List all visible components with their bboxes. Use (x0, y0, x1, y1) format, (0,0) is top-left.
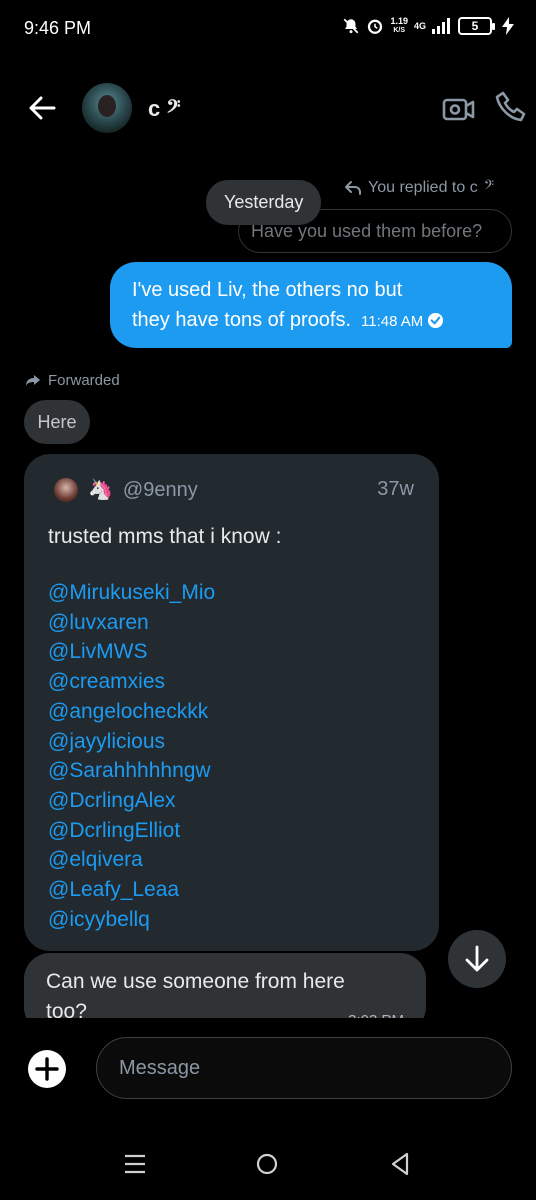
forwarded-text: Forwarded (48, 372, 120, 389)
incoming-line-1: Can we use someone from here (46, 970, 345, 993)
post-author-handle: @9enny (122, 478, 198, 501)
chat-header: c 𝄢 (0, 70, 536, 146)
post-age: 37w (377, 478, 414, 500)
outgoing-message[interactable]: I've used Liv, the others no but they ha… (110, 262, 512, 348)
mention-link[interactable]: @jayylicious (48, 727, 215, 757)
mention-link[interactable]: @Mirukuseki_Mio (48, 578, 215, 608)
voice-call-button[interactable] (494, 90, 528, 124)
status-time: 9:46 PM (24, 18, 92, 38)
charging-icon (502, 17, 514, 35)
mention-link[interactable]: @Leafy_Leaa (48, 875, 215, 905)
mention-link[interactable]: @Sarahhhhhngw (48, 756, 215, 786)
nav-back-icon[interactable] (390, 1152, 410, 1176)
contact-name[interactable]: c 𝄢 (148, 96, 181, 122)
post-text: trusted mms that i know : (48, 525, 282, 548)
alarm-icon (368, 19, 383, 34)
mention-link[interactable]: @LivMWS (48, 637, 215, 667)
message-time: 11:48 AM (361, 313, 424, 330)
outgoing-line-2: they have tons of proofs. (132, 309, 352, 331)
reply-note-text: You replied to c (368, 179, 478, 196)
scroll-to-bottom-button[interactable] (448, 930, 506, 988)
contact-avatar[interactable] (82, 83, 132, 133)
mention-link[interactable]: @elqivera (48, 845, 215, 875)
status-icons: 1.19 K/S 4G 5 (342, 17, 514, 35)
shared-post-card[interactable]: 🦄 @9enny 37w trusted mms that i know : @… (24, 454, 439, 951)
mention-link[interactable]: @DcrlingElliot (48, 816, 215, 846)
back-button[interactable] (24, 90, 60, 126)
home-icon[interactable] (256, 1153, 278, 1175)
outgoing-line-1: I've used Liv, the others no but (132, 279, 403, 301)
message-input[interactable] (96, 1037, 512, 1099)
signal-icon (432, 18, 450, 34)
reply-icon (345, 181, 361, 195)
unicorn-emoji: 🦄 (88, 479, 113, 501)
video-call-button[interactable] (442, 92, 476, 126)
forwarded-label: Forwarded (26, 372, 120, 389)
seen-check-icon (428, 312, 444, 329)
plus-circle-icon (28, 1050, 66, 1088)
incoming-message-here[interactable]: Here (24, 400, 90, 444)
add-attachment-button[interactable] (26, 1048, 68, 1090)
network-type: 4G (413, 20, 426, 31)
message-composer (0, 1018, 536, 1128)
reply-note-glyph: 𝄢 (483, 179, 495, 196)
mention-link[interactable]: @angelocheckkk (48, 697, 215, 727)
date-separator: Yesterday (206, 180, 322, 225)
arrow-down-icon (465, 945, 489, 972)
reply-context: You replied to c 𝄢 (344, 179, 494, 197)
mention-link[interactable]: @luvxaren (48, 608, 215, 638)
video-call-icon (442, 98, 475, 121)
forward-arrow-icon (26, 374, 40, 386)
arrow-left-icon (29, 96, 56, 120)
battery-indicator: 5 (458, 17, 495, 35)
mention-link[interactable]: @icyybellq (48, 905, 215, 935)
post-header: 🦄 @9enny 37w (54, 478, 414, 502)
network-speed: 1.19 K/S (390, 16, 408, 35)
system-nav-bar (0, 1128, 536, 1200)
phone-icon (495, 91, 526, 122)
mute-icon (344, 18, 359, 34)
mention-link[interactable]: @creamxies (48, 667, 215, 697)
mention-link[interactable]: @DcrlingAlex (48, 786, 215, 816)
post-mention-list: @Mirukuseki_Mio @luvxaren @LivMWS @cream… (48, 578, 215, 934)
recent-apps-icon[interactable] (124, 1154, 146, 1174)
status-bar: 9:46 PM 1.19 K/S 4G 5 (0, 0, 536, 62)
post-author-avatar (54, 478, 78, 502)
